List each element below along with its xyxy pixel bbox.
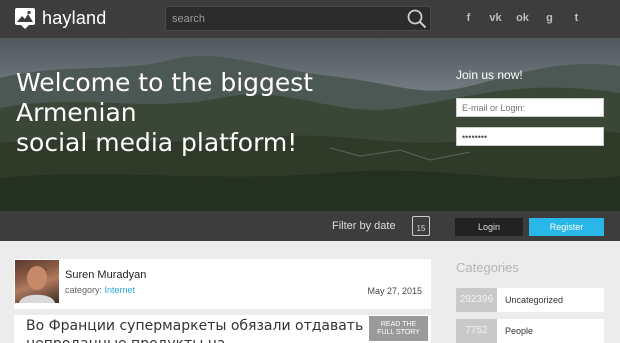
facebook-icon[interactable]: f	[455, 10, 482, 27]
read-full-story-button[interactable]: READ THE FULL STORY	[369, 316, 428, 341]
hero-headline: Welcome to the biggest Armenian social m…	[16, 68, 336, 158]
logo[interactable]: hayland	[14, 7, 106, 29]
brand-name: hayland	[42, 7, 107, 28]
category-row[interactable]: 292396 Uncategorized	[456, 288, 604, 312]
google-plus-icon[interactable]: g	[536, 10, 563, 27]
category-count: 292396	[456, 288, 497, 312]
register-button[interactable]: Register	[529, 218, 604, 236]
category-link[interactable]: Internet	[105, 285, 136, 295]
headline-line: Armenian	[16, 98, 137, 127]
read-button-line: FULL STORY	[377, 328, 420, 336]
map-pin-icon	[14, 7, 36, 29]
twitter-icon[interactable]: t	[563, 10, 590, 27]
avatar[interactable]	[15, 260, 59, 303]
odnoklassniki-icon[interactable]: ok	[509, 10, 536, 27]
filter-by-date-label[interactable]: Filter by date	[332, 220, 396, 232]
hero-banner: Welcome to the biggest Armenian social m…	[0, 38, 620, 211]
search-input[interactable]	[172, 10, 402, 27]
action-bar: Filter by date 15 Login Register	[0, 211, 620, 241]
category-name: People	[497, 319, 604, 343]
post-date: May 27, 2015	[367, 286, 422, 296]
post-card: Suren Muradyan category: Internet May 27…	[14, 259, 431, 343]
vk-icon[interactable]: vk	[482, 10, 509, 27]
category-name: Uncategorized	[497, 288, 604, 312]
search-box	[165, 6, 431, 31]
social-links: f vk ok g t	[455, 10, 590, 27]
login-button[interactable]: Login	[455, 218, 523, 236]
category-row[interactable]: 7752 People	[456, 319, 604, 343]
categories-title: Categories	[456, 260, 519, 275]
password-field[interactable]	[456, 127, 604, 146]
post-category: category: Internet	[65, 285, 135, 295]
join-title: Join us now!	[456, 68, 523, 82]
category-count: 7752	[456, 319, 497, 343]
post-title[interactable]: Во Франции супермаркеты обязали отдавать…	[26, 317, 366, 343]
calendar-icon[interactable]: 15	[412, 216, 430, 236]
author-name[interactable]: Suren Muradyan	[65, 269, 146, 281]
search-icon[interactable]	[406, 8, 428, 29]
divider	[14, 309, 431, 315]
read-button-line: READ THE	[380, 320, 417, 328]
category-prefix: category:	[65, 285, 103, 295]
top-navigation-bar: hayland f vk ok g t	[0, 0, 620, 38]
headline-line: Welcome to the biggest	[16, 68, 314, 97]
email-field[interactable]	[456, 98, 604, 117]
headline-line: social media platform!	[16, 128, 298, 157]
